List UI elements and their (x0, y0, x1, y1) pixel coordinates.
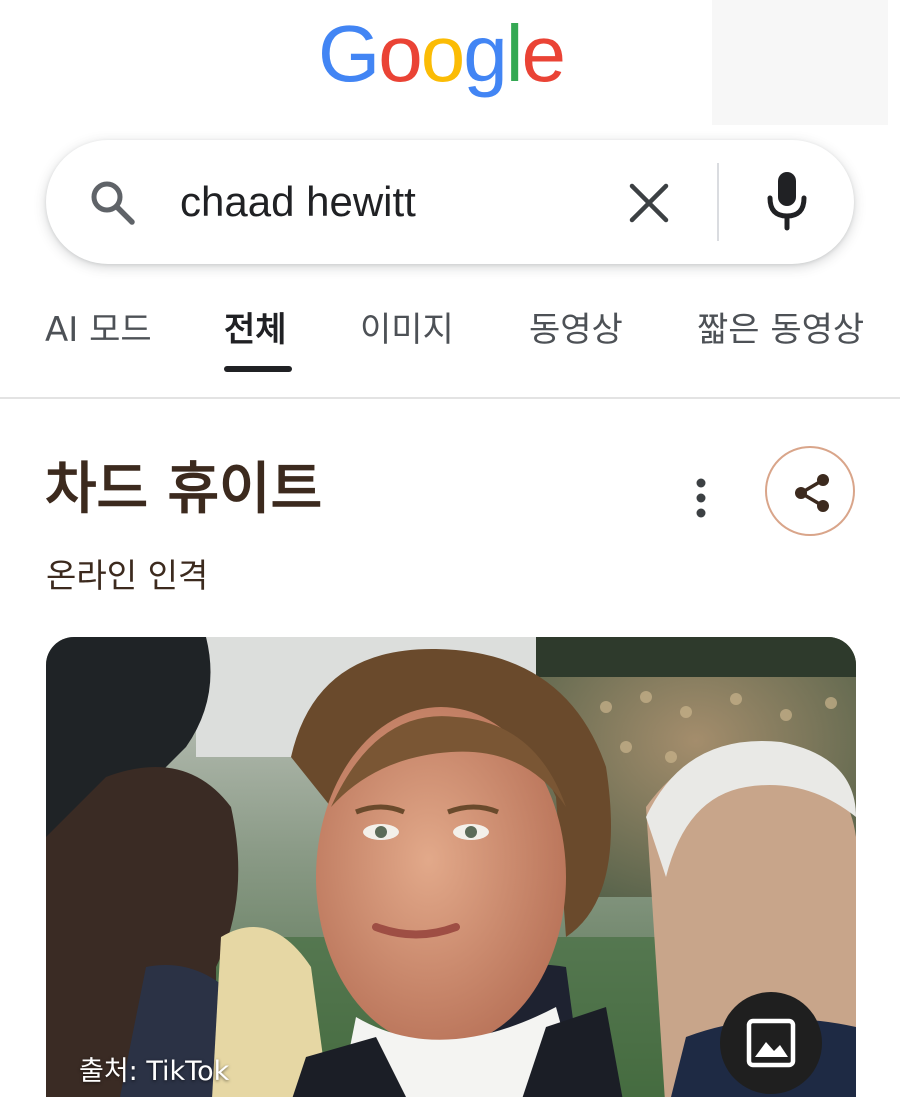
entity-title: 차드 휴이트 (45, 457, 323, 522)
image-source: 출처: TikTok (79, 1056, 230, 1087)
search-input[interactable]: chaad hewitt (180, 176, 416, 228)
tab-videos[interactable]: 동영상 (529, 300, 623, 364)
more-vertical-icon[interactable] (686, 474, 716, 522)
tab-short-videos[interactable]: 짧은 동영상 (697, 300, 864, 364)
header-corner-block (712, 0, 888, 125)
tab-all[interactable]: 전체 (224, 300, 287, 364)
view-images-button[interactable] (720, 992, 822, 1094)
tab-images[interactable]: 이미지 (360, 300, 454, 364)
search-divider (717, 163, 719, 241)
tabs-divider (0, 397, 900, 399)
logo-letter: o (378, 9, 422, 98)
tab-ai-mode[interactable]: AI 모드 (45, 300, 152, 364)
entity-subtitle: 온라인 인격 (46, 556, 209, 595)
share-button[interactable] (765, 446, 855, 536)
logo-letter: o (420, 9, 465, 98)
active-tab-indicator (224, 366, 292, 372)
logo-letter: l (505, 9, 524, 98)
microphone-icon[interactable] (762, 170, 812, 232)
google-logo[interactable]: G o o g l e (318, 8, 566, 98)
search-bar[interactable] (46, 140, 854, 264)
share-icon (795, 474, 829, 512)
logo-letter: G (318, 9, 380, 98)
search-icon[interactable] (86, 176, 138, 228)
logo-letter: e (521, 9, 566, 98)
close-icon[interactable] (624, 178, 674, 228)
search-tabs: AI 모드 전체 이미지 동영상 짧은 동영상 (0, 300, 900, 380)
image-icon (746, 1018, 796, 1068)
logo-letter: g (463, 9, 507, 98)
